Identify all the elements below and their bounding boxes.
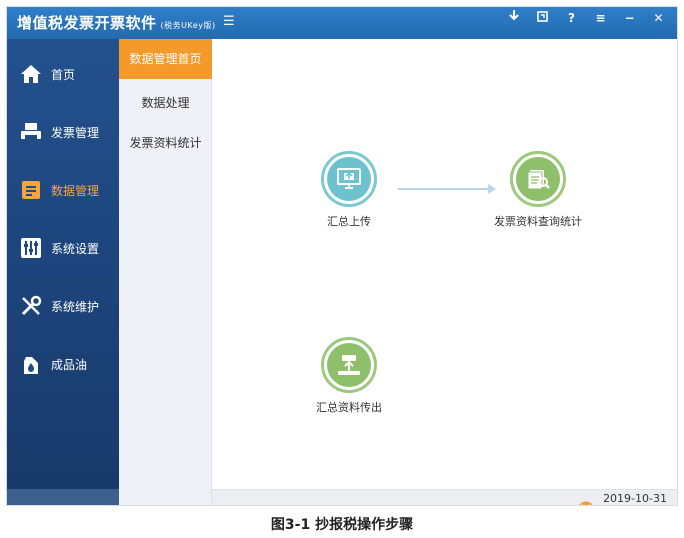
- app-window: 增值税发票开票软件 (税务UKey版) ☰ ? ≡ − ✕ 首页 发票管理 数据…: [6, 6, 678, 506]
- sidebar-item-label: 系统维护: [51, 299, 100, 314]
- summary-upload-button[interactable]: 汇总上传: [307, 151, 391, 229]
- sidebar: 首页 发票管理 数据管理 系统设置 系统维护 成品油: [7, 39, 119, 505]
- help-icon[interactable]: ?: [557, 7, 586, 31]
- sidebar-item-label: 数据管理: [51, 183, 100, 198]
- signal-icon: [578, 492, 594, 505]
- submenu-item-data-home[interactable]: 数据管理首页: [119, 39, 212, 79]
- app-title-text: 增值税发票开票软件: [17, 14, 157, 32]
- submenu-item-data-processing[interactable]: 数据处理: [119, 83, 212, 123]
- menu-icon[interactable]: ≡: [586, 7, 615, 31]
- function-label: 汇总资料传出: [316, 401, 382, 414]
- restore-icon[interactable]: [528, 7, 557, 31]
- sidebar-item-label: 成品油: [51, 357, 88, 372]
- sidebar-item-label: 首页: [51, 67, 76, 82]
- upload-monitor-icon: [321, 151, 377, 207]
- status-date: 2019-10-31: [603, 492, 667, 505]
- oil-can-icon: [20, 353, 42, 375]
- sliders-icon: [20, 237, 42, 259]
- figure-caption: 图3-1 抄报税操作步骤: [270, 517, 414, 533]
- sidebar-item-invoice[interactable]: 发票管理: [7, 107, 119, 157]
- submenu-item-invoice-stats[interactable]: 发票资料统计: [119, 123, 212, 163]
- main-content: 汇总上传 发票资料查询统计 汇总资料传出: [212, 39, 677, 489]
- close-icon[interactable]: ✕: [644, 7, 673, 31]
- flow-arrow: [398, 184, 496, 194]
- sidebar-item-home[interactable]: 首页: [7, 49, 119, 99]
- home-icon: [20, 63, 42, 85]
- minimize-icon[interactable]: −: [615, 7, 644, 31]
- submenu: 数据管理首页 数据处理 发票资料统计: [119, 39, 212, 505]
- sidebar-item-maintenance[interactable]: 系统维护: [7, 281, 119, 331]
- sidebar-item-label: 发票管理: [51, 125, 100, 140]
- app-title-suffix: (税务UKey版): [160, 21, 216, 30]
- printer-icon: [20, 121, 42, 143]
- menu-toggle-icon[interactable]: ☰: [223, 14, 237, 30]
- sidebar-item-label: 系统设置: [51, 241, 100, 256]
- invoice-query-stats-button[interactable]: 发票资料查询统计: [488, 151, 588, 229]
- summary-export-button[interactable]: 汇总资料传出: [307, 337, 391, 415]
- tools-icon: [20, 295, 42, 317]
- window-controls: ? ≡ − ✕: [499, 7, 673, 39]
- status-bar: 2019-10-31: [212, 489, 677, 505]
- sidebar-item-settings[interactable]: 系统设置: [7, 223, 119, 273]
- search-documents-icon: [510, 151, 566, 207]
- sidebar-item-data[interactable]: 数据管理: [7, 165, 119, 215]
- function-label: 发票资料查询统计: [494, 215, 582, 228]
- export-data-icon: [321, 337, 377, 393]
- database-icon: [20, 179, 42, 201]
- function-label: 汇总上传: [327, 215, 371, 228]
- sidebar-footer: [7, 489, 119, 505]
- title-bar: 增值税发票开票软件 (税务UKey版) ☰ ? ≡ − ✕: [7, 7, 677, 39]
- download-icon[interactable]: [499, 7, 528, 31]
- sidebar-item-oil[interactable]: 成品油: [7, 339, 119, 389]
- app-title: 增值税发票开票软件 (税务UKey版): [17, 12, 216, 33]
